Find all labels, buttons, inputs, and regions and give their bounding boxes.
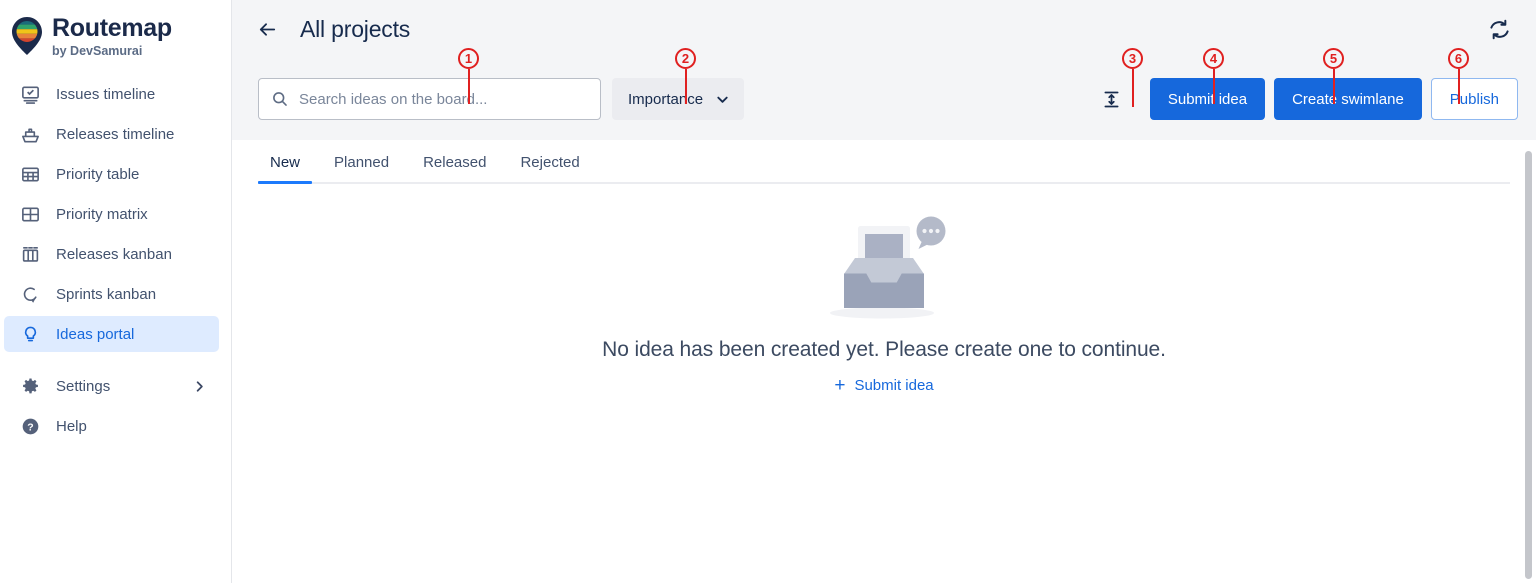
- sidebar-item-label: Priority table: [56, 166, 139, 183]
- svg-text:?: ?: [27, 421, 33, 433]
- empty-inbox-tray-icon: [814, 212, 954, 322]
- arrow-left-icon[interactable]: [252, 14, 282, 44]
- create-swimlane-button[interactable]: Create swimlane: [1274, 78, 1422, 120]
- sidebar-item-priority-matrix[interactable]: Priority matrix: [4, 196, 219, 232]
- sidebar-item-releases-timeline[interactable]: Releases timeline: [4, 116, 219, 152]
- brand-title: Routemap: [52, 14, 172, 42]
- sidebar-item-label: Help: [56, 418, 87, 435]
- sidebar-item-label: Priority matrix: [56, 206, 148, 223]
- search-box[interactable]: [258, 78, 601, 120]
- sidebar: Routemap by DevSamurai Issues timeline: [0, 0, 232, 583]
- empty-state: No idea has been created yet. Please cre…: [232, 212, 1536, 395]
- chevron-right-icon: [192, 379, 207, 394]
- toolbar-actions: Submit idea Create swimlane Publish: [1097, 78, 1518, 120]
- plus-icon: +: [834, 376, 845, 395]
- nav-divider-gap: [0, 356, 231, 364]
- refresh-sync-icon[interactable]: [1484, 14, 1514, 44]
- empty-state-link-label: Submit idea: [854, 377, 933, 394]
- page-header: All projects: [232, 0, 1536, 58]
- ship-icon: [18, 122, 42, 146]
- sidebar-item-label: Settings: [56, 378, 110, 395]
- main-area: All projects Im: [232, 0, 1536, 583]
- brand: Routemap by DevSamurai: [0, 0, 231, 70]
- tab-rejected[interactable]: Rejected: [508, 154, 591, 182]
- circular-arrow-icon: [18, 282, 42, 306]
- question-circle-icon: ?: [18, 414, 42, 438]
- publish-button[interactable]: Publish: [1431, 78, 1518, 120]
- sidebar-item-help[interactable]: ? Help: [4, 408, 219, 444]
- vertical-scrollbar[interactable]: [1525, 151, 1532, 579]
- importance-filter-label: Importance: [628, 91, 703, 108]
- matrix-quadrant-icon: [18, 202, 42, 226]
- tab-new[interactable]: New: [258, 154, 312, 182]
- sidebar-item-label: Releases kanban: [56, 246, 172, 263]
- sidebar-item-releases-kanban[interactable]: Releases kanban: [4, 236, 219, 272]
- sidebar-item-label: Ideas portal: [56, 326, 134, 343]
- sidebar-item-label: Sprints kanban: [56, 286, 156, 303]
- kanban-columns-icon: [18, 242, 42, 266]
- table-grid-icon: [18, 162, 42, 186]
- submit-idea-button[interactable]: Submit idea: [1150, 78, 1265, 120]
- sidebar-item-label: Releases timeline: [56, 126, 174, 143]
- brand-subtitle: by DevSamurai: [52, 44, 172, 58]
- app-root: Routemap by DevSamurai Issues timeline: [0, 0, 1536, 583]
- gear-icon: [18, 374, 42, 398]
- importance-filter-dropdown[interactable]: Importance: [612, 78, 744, 120]
- empty-state-message: No idea has been created yet. Please cre…: [602, 338, 1166, 362]
- chevron-down-icon: [715, 92, 730, 107]
- sidebar-item-sprints-kanban[interactable]: Sprints kanban: [4, 276, 219, 312]
- search-icon: [269, 90, 291, 108]
- monitor-check-icon: [18, 82, 42, 106]
- empty-state-submit-idea-link[interactable]: + Submit idea: [834, 376, 933, 395]
- lightbulb-icon: [18, 322, 42, 346]
- sidebar-item-priority-table[interactable]: Priority table: [4, 156, 219, 192]
- sidebar-item-label: Issues timeline: [56, 86, 155, 103]
- map-pin-rainbow-icon: [10, 16, 44, 56]
- sidebar-nav: Issues timeline Releases timeline: [0, 76, 231, 444]
- row-height-icon[interactable]: [1097, 81, 1127, 117]
- search-input[interactable]: [299, 91, 589, 108]
- sidebar-item-issues-timeline[interactable]: Issues timeline: [4, 76, 219, 112]
- sidebar-item-settings[interactable]: Settings: [4, 368, 219, 404]
- board-toolbar: Importance Submit idea C: [232, 58, 1536, 140]
- status-tabs: New Planned Released Rejected: [258, 140, 1510, 184]
- tab-released[interactable]: Released: [411, 154, 498, 182]
- board-content: New Planned Released Rejected: [232, 140, 1536, 583]
- sidebar-item-ideas-portal[interactable]: Ideas portal: [4, 316, 219, 352]
- tab-planned[interactable]: Planned: [322, 154, 401, 182]
- brand-text: Routemap by DevSamurai: [52, 14, 172, 58]
- page-title: All projects: [300, 16, 410, 43]
